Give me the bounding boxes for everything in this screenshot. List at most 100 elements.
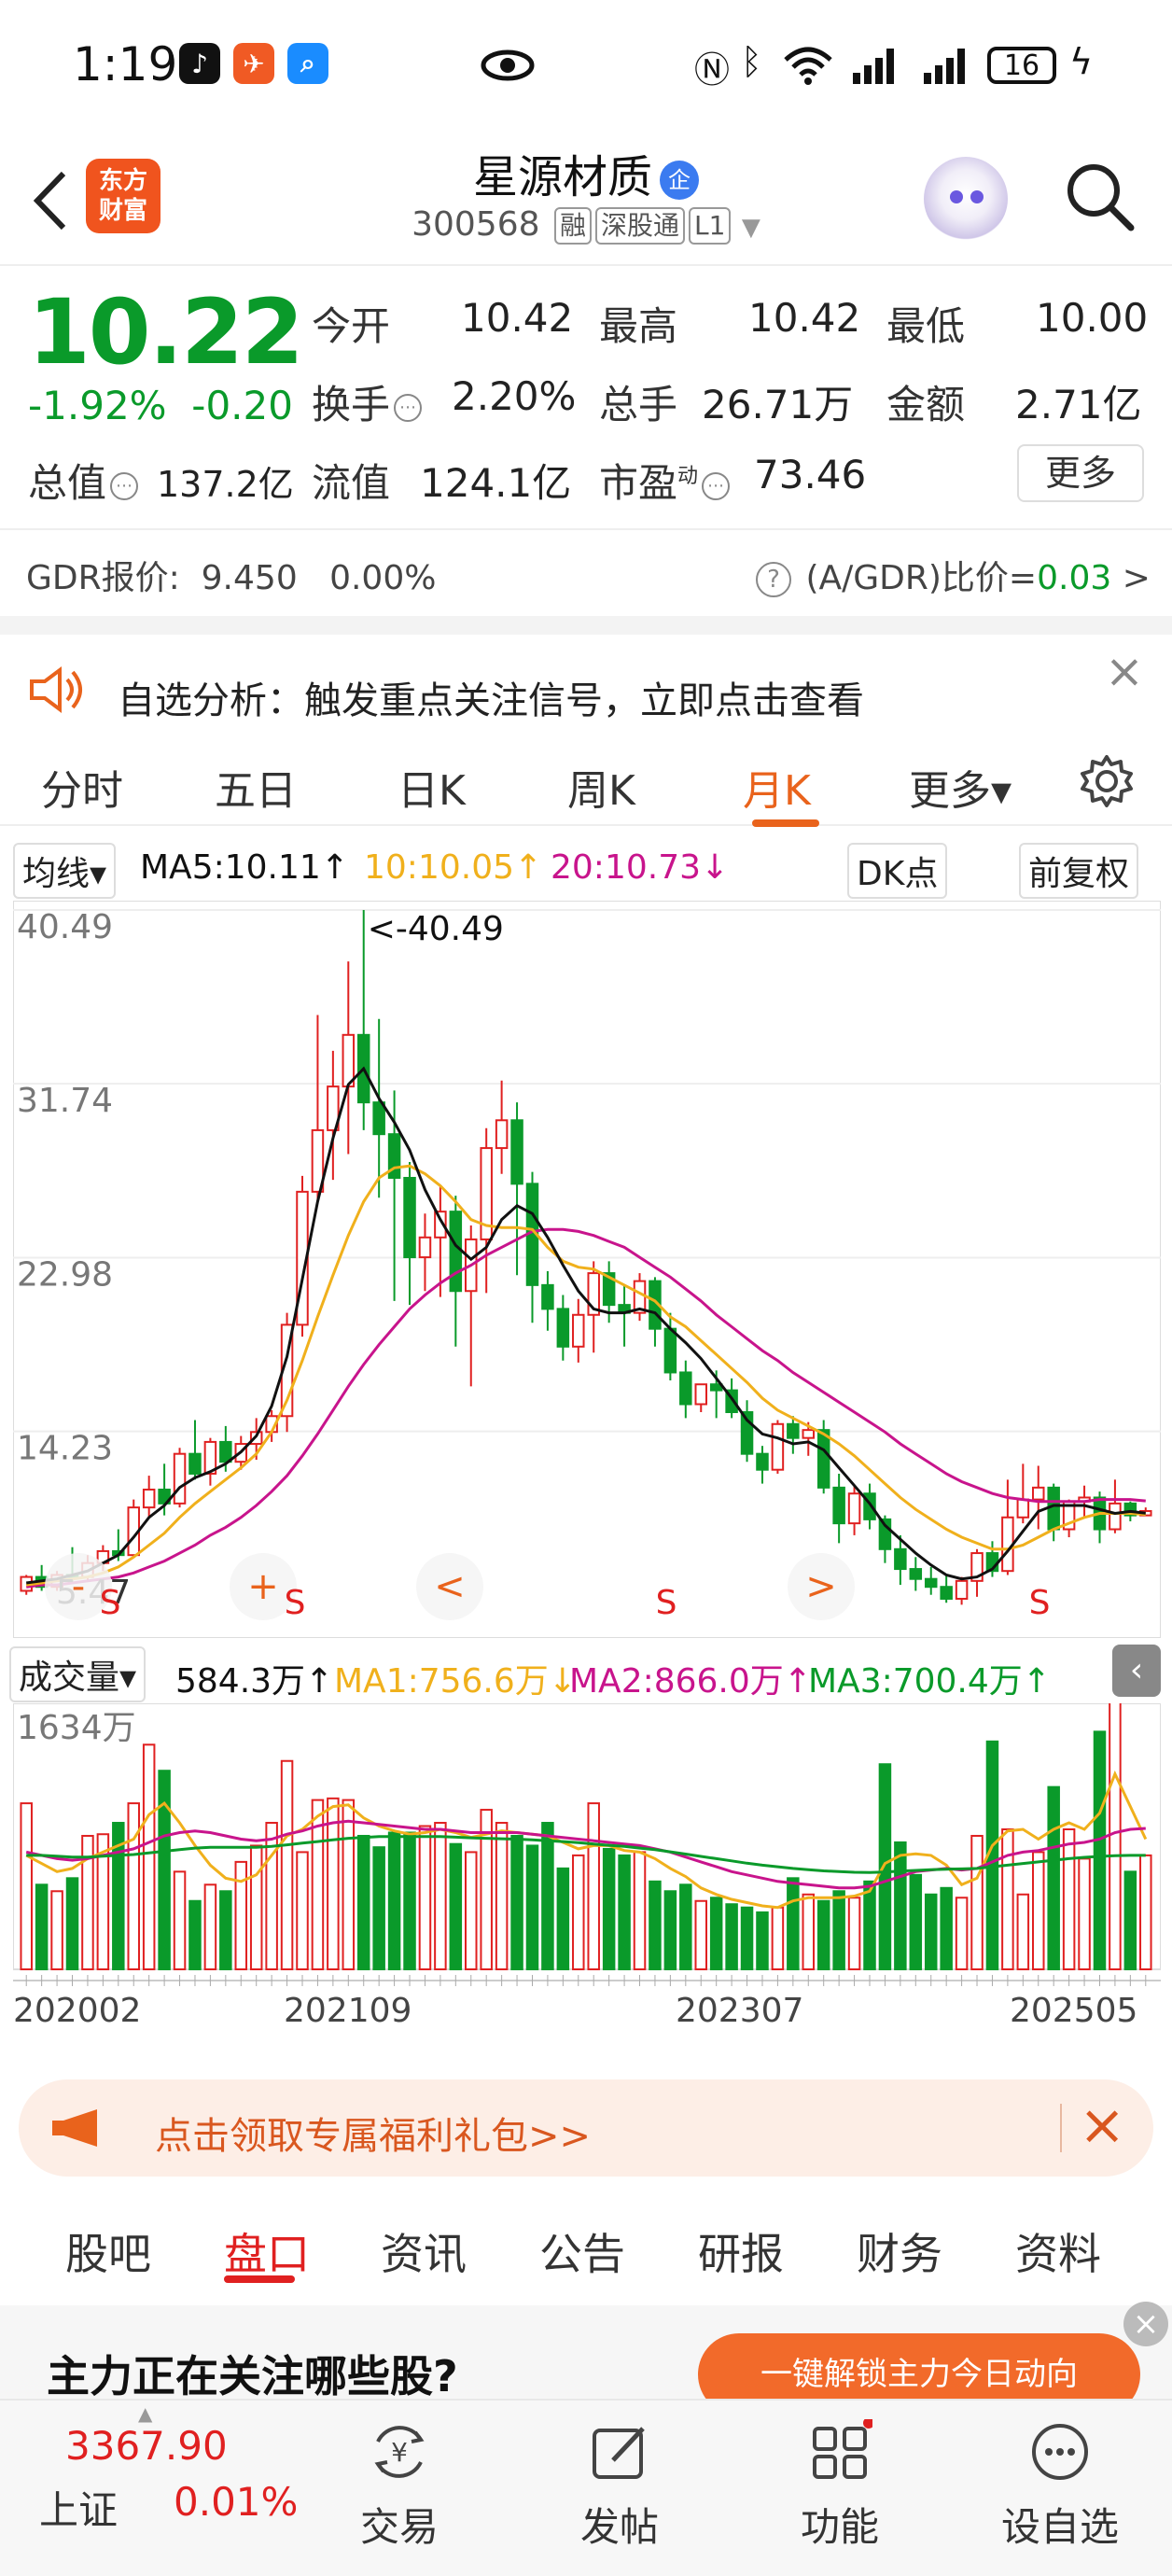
info-icon: ⋯ [702,471,731,500]
volume-bar [863,1880,876,1970]
tab-finance[interactable]: 财务 [857,2220,942,2282]
float-value: 124.1亿 [420,460,572,506]
tab-weekly-k[interactable]: 周K [567,757,635,817]
analysis-text: 自选分析：触发重点关注信号，立即点击查看 [118,679,864,722]
robot-assistant-avatar[interactable] [924,157,1008,241]
candle-body [694,1383,707,1406]
volume-bar [142,1743,156,1971]
tab-announcements[interactable]: 公告 [539,2220,625,2282]
volume-ma2: MA2:866.0万↑ [569,1662,812,1701]
y-tick-label: 31.74 [17,1082,113,1120]
volume-bar [1093,1730,1107,1971]
volume-bar [1062,1828,1076,1970]
speaker-icon [30,666,82,713]
volume-bar [924,1893,938,1970]
nav-trade[interactable]: ¥ 交易 [325,2419,474,2553]
dropdown-icon[interactable]: ▼ [742,214,760,242]
volume-bar [403,1831,416,1970]
candle-body [802,1429,816,1439]
volume-bar [1016,1893,1030,1970]
kline-chart[interactable]: 40.4931.7422.9814.23<-40.495.47-S+S<S>S [13,901,1161,1638]
volume-bar [203,1883,217,1970]
candle-body [816,1429,830,1489]
tab-daily-k[interactable]: 日K [398,757,466,817]
volume-bar [465,1851,478,1971]
nav-add-watchlist[interactable]: 设自选 [985,2419,1135,2553]
tab-forum[interactable]: 股吧 [65,2220,151,2282]
indicator-select[interactable]: 均线▾ [13,843,117,899]
index-change[interactable]: 0.01% [174,2479,298,2525]
volume-bar [740,1906,754,1970]
collapse-panel-button[interactable]: ‹ [1112,1645,1161,1697]
dk-point-button[interactable]: DK点 [847,843,948,899]
search-icon[interactable] [1062,159,1137,233]
amount-value: 2.71亿 [1015,382,1142,427]
volume-bar [510,1834,523,1970]
volume-bar [894,1841,907,1970]
low-value: 10.00 [1036,295,1149,341]
signal-marker: < [416,1553,483,1620]
low-label: 最低 [886,303,966,349]
candle-body [955,1579,969,1600]
tab-orderbook[interactable]: 盘口 [224,2220,310,2282]
tab-profile[interactable]: 资料 [1015,2220,1101,2282]
volume-bar [20,1802,33,1971]
volume-bar [35,1883,49,1970]
candle-body [940,1586,953,1600]
y-tick-label: 22.98 [17,1256,113,1295]
tab-five-day[interactable]: 五日 [215,757,297,817]
pe-label: 市盈动 ⋯ [599,452,733,509]
close-icon[interactable]: × [1123,2302,1168,2346]
analysis-banner[interactable]: 自选分析：触发重点关注信号，立即点击查看 × [0,644,1172,728]
volume-bar [1109,1703,1122,1971]
volume-bar [694,1899,707,1970]
nav-post[interactable]: 发帖 [545,2419,694,2553]
index-name[interactable]: 上证 [39,2479,118,2536]
candle-body [541,1283,554,1310]
nav-functions[interactable]: 功能 [765,2417,914,2553]
marker-symbol: > [805,1565,837,1608]
volume-ma1: MA1:756.6万↓ [334,1662,577,1701]
volume-chart[interactable]: 1634万 202002 202109 202307 202505 [13,1703,1161,2058]
volume-bar [219,1890,232,1970]
tab-research[interactable]: 研报 [698,2220,784,2282]
close-icon[interactable]: × [1079,2093,1125,2158]
more-button[interactable]: 更多 [1017,444,1144,502]
settings-gear-icon[interactable] [1079,753,1135,809]
gdr-ratio[interactable]: ? (A/GDR)比价=0.03 > [752,551,1151,599]
candle [173,1448,187,1508]
volume-bar [679,1883,692,1970]
candle-body [219,1440,232,1463]
close-icon[interactable]: × [1105,644,1144,698]
adjust-button[interactable]: 前复权 [1019,843,1139,899]
tiktok-icon: ♪ [179,43,220,84]
enterprise-badge: 企 [660,161,699,200]
stock-code: 300568 [412,205,540,244]
volume-indicator-select[interactable]: 成交量▾ [9,1646,146,1702]
tab-news[interactable]: 资讯 [381,2220,467,2282]
candle-body [679,1371,692,1406]
tab-monthly-k[interactable]: 月K [743,757,811,817]
gdr-row[interactable]: GDR报价: 9.450 0.00% [26,551,436,599]
candle-body [173,1452,187,1505]
promo-banner[interactable]: 点击领取专属福利礼包>> × [19,2079,1153,2177]
candle-body [142,1488,156,1509]
candle-body [495,1119,509,1150]
tab-intraday[interactable]: 分时 [41,757,123,817]
sell-signal-label: S [656,1584,677,1622]
high-annotation: <-40.49 [368,910,504,948]
volume-legend-row: 成交量▾ 584.3万↑ MA1:756.6万↓ MA2:866.0万↑ MA3… [0,1643,1172,1702]
marker-symbol: < [434,1565,466,1608]
detail-tabs: 股吧 盘口 资讯 公告 研报 财务 资料 [0,2198,1172,2301]
tab-more[interactable]: 更多▾ [909,757,1012,817]
volume-bar [709,1897,723,1970]
active-tab-indicator [224,2275,295,2283]
nfc-icon: Ⓝ [694,49,731,91]
volume-bar [878,1763,892,1970]
index-value[interactable]: 3367.90 [65,2423,228,2469]
volume-bar [234,1860,248,1971]
signal-icon-2 [924,49,965,84]
charging-icon: ϟ [1069,41,1094,82]
candle-body [1032,1486,1045,1501]
float-label: 流值 [312,460,391,506]
